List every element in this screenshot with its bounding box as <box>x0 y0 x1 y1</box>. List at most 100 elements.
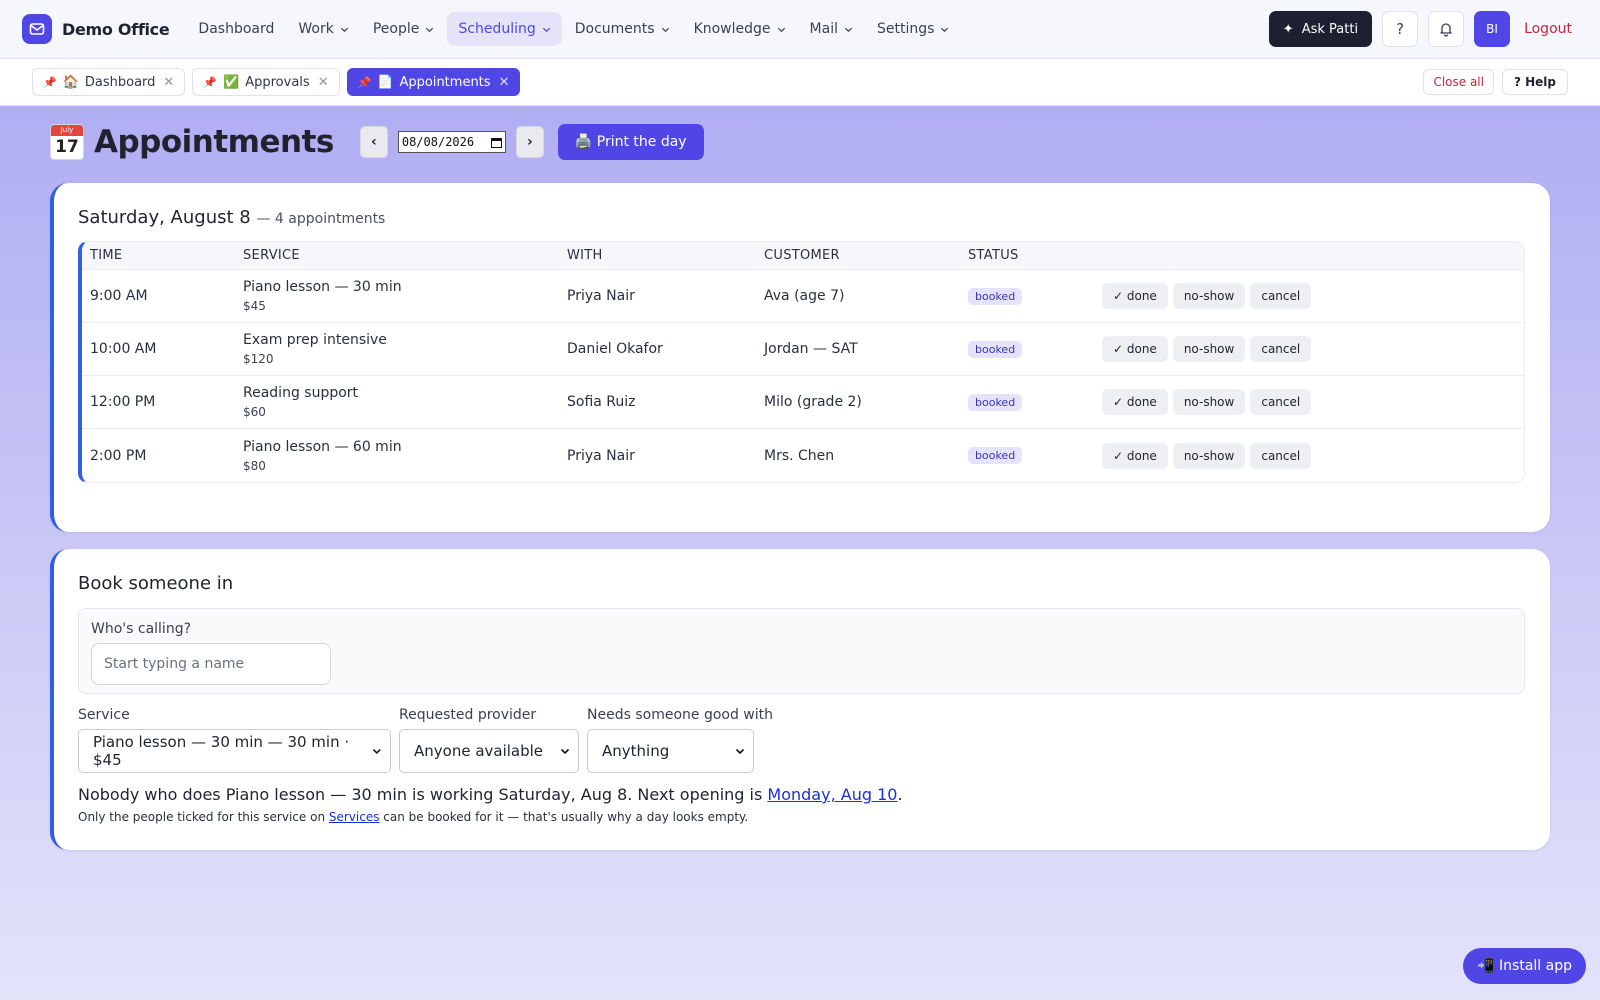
customer-cell: Jordan — SAT <box>756 323 960 376</box>
hint-text: Only the people ticked for this service … <box>78 810 329 824</box>
time-cell: 9:00 AM <box>82 270 235 323</box>
customer-cell: Ava (age 7) <box>756 270 960 323</box>
pin-icon[interactable]: 📌 <box>203 76 217 89</box>
hint-suffix: can be booked for it — that's usually wh… <box>379 810 749 824</box>
service-name: Reading support <box>243 385 359 401</box>
tab-emoji-icon: 🏠 <box>62 74 79 90</box>
nav-item-settings[interactable]: Settings <box>866 12 960 46</box>
nav-item-dashboard[interactable]: Dashboard <box>187 12 285 46</box>
tab-emoji-icon: 📄 <box>377 74 394 90</box>
table-row: 9:00 AM Piano lesson — 30 min $45 Priya Nai… <box>82 270 1524 323</box>
tab-dashboard[interactable]: 📌 🏠 Dashboard ✕ <box>32 68 186 96</box>
mail-icon <box>22 14 52 44</box>
brand[interactable]: Demo Office <box>22 14 170 44</box>
no-show-button[interactable]: no-show <box>1172 336 1246 362</box>
install-app-button[interactable]: 📲 Install app <box>1463 948 1586 984</box>
notifications-button[interactable] <box>1428 11 1465 47</box>
provider-select[interactable]: Anyone available <box>399 729 579 773</box>
service-value: Piano lesson — 30 min — 30 min · $45 <box>93 733 350 769</box>
open-tabs: 📌 🏠 Dashboard ✕ 📌 ✅ Approvals ✕ 📌 📄 Appointments ✕ … <box>0 59 1600 106</box>
time-cell: 12:00 PM <box>82 376 235 429</box>
mark-done-button[interactable]: ✓ done <box>1102 283 1168 309</box>
nav-item-mail[interactable]: Mail <box>799 12 864 46</box>
no-show-button[interactable]: no-show <box>1172 389 1246 415</box>
cancel-button[interactable]: cancel <box>1250 442 1312 469</box>
column-header: CUSTOMER <box>756 242 960 270</box>
mark-done-button[interactable]: ✓ done <box>1102 389 1168 415</box>
chevron-down-icon <box>844 27 853 32</box>
mark-done-button[interactable]: ✓ done <box>1102 336 1168 362</box>
cancel-button[interactable]: cancel <box>1250 283 1312 309</box>
sparkle-icon: ✦ <box>1282 21 1294 37</box>
nav-item-knowledge[interactable]: Knowledge <box>683 12 797 46</box>
help-button[interactable]: ? Help <box>1501 69 1568 95</box>
service-price: $80 <box>243 458 266 473</box>
chevron-down-icon <box>426 27 434 32</box>
nav-item-people[interactable]: People <box>362 12 446 46</box>
provider-cell: Priya Nair <box>567 447 635 464</box>
next-opening-link[interactable]: Monday, Aug 10 <box>767 785 897 804</box>
date-picker[interactable]: 08/08/2026 <box>397 131 506 153</box>
nav-item-work[interactable]: Work <box>287 12 359 46</box>
ask-patti-button[interactable]: ✦ Ask Patti <box>1268 11 1373 47</box>
skill-value: Anything <box>602 742 670 760</box>
calendar-icon: July 17 <box>50 124 84 160</box>
print-day-button[interactable]: 🖨️ Print the day <box>557 124 704 160</box>
service-cell: Reading support $60 <box>235 376 559 429</box>
status-cell: booked <box>960 323 1094 376</box>
no-show-button[interactable]: no-show <box>1172 442 1246 469</box>
pin-icon[interactable]: 📌 <box>43 76 57 89</box>
service-name: Piano lesson — 30 min <box>243 279 402 295</box>
time-cell: 10:00 AM <box>82 323 235 376</box>
nav-item-documents[interactable]: Documents <box>564 12 681 46</box>
service-select[interactable]: Piano lesson — 30 min — 30 min · $45 <box>78 729 391 773</box>
column-header: STATUS <box>960 242 1094 270</box>
calendar-month: July <box>51 125 83 136</box>
nav-item-label: Mail <box>809 21 838 37</box>
avatar[interactable]: BI <box>1474 11 1511 47</box>
pin-icon[interactable]: 📌 <box>358 76 372 89</box>
service-cell: Piano lesson — 30 min $45 <box>235 270 559 323</box>
status-cell: booked <box>960 376 1094 429</box>
provider-label: Requested provider <box>399 707 537 723</box>
nav-item-scheduling[interactable]: Scheduling <box>447 12 562 46</box>
service-price: $60 <box>243 405 266 419</box>
skill-label: Needs someone good with <box>587 707 773 723</box>
service-field: Service Piano lesson — 30 min — 30 min ·… <box>78 707 391 773</box>
nav-item-label: Scheduling <box>458 21 536 37</box>
next-day-button[interactable]: › <box>515 126 544 158</box>
service-price: $120 <box>243 352 274 366</box>
service-label: Service <box>78 707 130 723</box>
tab-label: Appointments <box>399 74 491 90</box>
nav-item-label: Dashboard <box>198 21 275 37</box>
table-row: 2:00 PM Piano lesson — 60 min $80 Priya Nai… <box>82 429 1524 482</box>
previous-day-button[interactable]: ‹ <box>359 126 388 158</box>
status-badge: booked <box>968 393 1023 411</box>
skill-select[interactable]: Anything <box>587 729 754 773</box>
close-icon[interactable]: ✕ <box>318 75 329 90</box>
tab-appointments[interactable]: 📌 📄 Appointments ✕ <box>346 68 521 96</box>
close-icon[interactable]: ✕ <box>499 75 510 90</box>
tab-label: Approvals <box>245 74 310 90</box>
no-show-button[interactable]: no-show <box>1172 283 1246 309</box>
nav-item-label: Settings <box>876 21 935 37</box>
cancel-button[interactable]: cancel <box>1250 336 1312 362</box>
close-icon[interactable]: ✕ <box>163 75 174 90</box>
provider-cell: Daniel Okafor <box>559 323 756 376</box>
logout-link[interactable]: Logout <box>1524 21 1572 37</box>
nav-item-label: Work <box>298 21 334 37</box>
customer-cell: Mrs. Chen <box>764 447 835 464</box>
cancel-button[interactable]: cancel <box>1250 389 1312 415</box>
help-icon-button[interactable]: ? <box>1382 11 1419 47</box>
close-all-button[interactable]: Close all <box>1423 69 1494 95</box>
service-name: Exam prep intensive <box>243 332 387 348</box>
chevron-down-icon <box>340 27 348 32</box>
provider-cell: Sofia Ruiz <box>559 376 756 429</box>
provider-value: Anyone available <box>414 742 544 760</box>
actions-cell: ✓ done no-show cancel <box>1094 270 1524 323</box>
mark-done-button[interactable]: ✓ done <box>1102 442 1168 469</box>
services-link[interactable]: Services <box>329 810 380 824</box>
tab-approvals[interactable]: 📌 ✅ Approvals ✕ <box>192 68 340 96</box>
status-badge: booked <box>968 340 1023 358</box>
caller-search-input[interactable]: Start typing a name <box>91 643 331 685</box>
